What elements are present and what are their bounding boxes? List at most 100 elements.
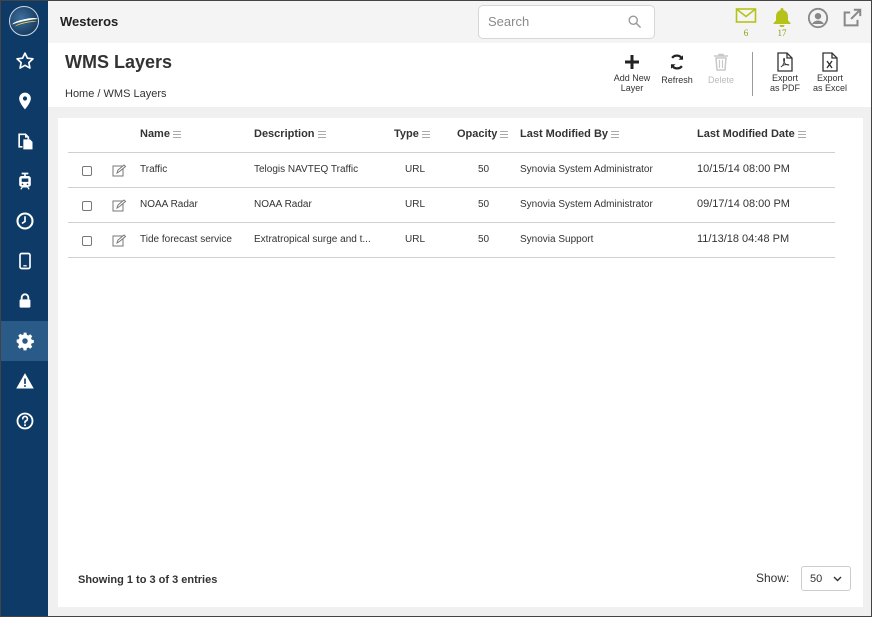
- column-header-modified-by[interactable]: Last Modified By: [520, 128, 620, 140]
- table-header: Name Description Type Opacity Last Modif…: [68, 118, 835, 153]
- export-excel-label-2: as Excel: [812, 83, 847, 93]
- cell-opacity: 50: [478, 234, 490, 245]
- delete-label: Delete: [707, 75, 734, 85]
- top-bar: Westeros 6 17: [48, 1, 871, 43]
- edit-icon[interactable]: [112, 164, 126, 177]
- messages-count: 6: [743, 28, 749, 38]
- excel-file-icon: [822, 52, 838, 72]
- cell-modified-by: Synovia System Administrator: [520, 164, 653, 175]
- sidebar-item-map[interactable]: [1, 81, 48, 121]
- breadcrumb-current: WMS Layers: [103, 88, 167, 100]
- cell-name: Traffic: [140, 164, 168, 175]
- cell-modified-by: Synovia System Administrator: [520, 199, 653, 210]
- sort-icon[interactable]: [317, 130, 326, 138]
- table-row[interactable]: Traffic Telogis NAVTEQ Traffic URL 50 Sy…: [68, 153, 835, 188]
- column-header-opacity[interactable]: Opacity: [457, 128, 509, 140]
- external-link-button[interactable]: [840, 7, 864, 37]
- sort-icon[interactable]: [421, 130, 430, 138]
- toolbar-divider: [752, 52, 753, 96]
- notifications-count: 17: [777, 28, 787, 38]
- column-header-description[interactable]: Description: [254, 128, 326, 140]
- cell-description: Extratropical surge and t...: [254, 234, 371, 245]
- row-checkbox[interactable]: [82, 236, 92, 246]
- sort-icon[interactable]: [611, 130, 620, 138]
- add-layer-button[interactable]: Add New Layer: [608, 51, 656, 93]
- column-header-type[interactable]: Type: [394, 128, 430, 140]
- breadcrumb-separator: /: [97, 88, 101, 100]
- column-header-modified-date[interactable]: Last Modified Date: [697, 128, 806, 140]
- messages-button[interactable]: 6: [734, 7, 758, 38]
- documents-icon: [17, 133, 32, 150]
- sort-icon[interactable]: [172, 130, 181, 138]
- export-excel-button[interactable]: Export as Excel: [808, 51, 852, 93]
- sidebar-item-vehicles[interactable]: [1, 161, 48, 201]
- search-icon[interactable]: [627, 14, 642, 29]
- export-pdf-button[interactable]: Export as PDF: [763, 51, 807, 93]
- refresh-button[interactable]: Refresh: [655, 51, 699, 85]
- app-logo[interactable]: [9, 6, 39, 36]
- sidebar-item-favorites[interactable]: [1, 41, 48, 81]
- table-row[interactable]: NOAA Radar NOAA Radar URL 50 Synovia Sys…: [68, 188, 835, 223]
- user-menu-button[interactable]: [806, 7, 830, 37]
- sidebar-item-documents[interactable]: [1, 121, 48, 161]
- cell-type: URL: [405, 234, 426, 245]
- page-header: WMS Layers Home / WMS Layers Add New Lay…: [48, 43, 871, 107]
- edit-icon[interactable]: [112, 234, 126, 247]
- pdf-file-icon: [777, 52, 793, 72]
- trash-icon: [714, 53, 728, 71]
- pagination-info: Showing 1 to 3 of 3 entries: [78, 574, 218, 586]
- edit-icon[interactable]: [112, 199, 126, 212]
- external-link-icon: [843, 8, 862, 27]
- cell-modified-date: 09/17/14 08:00 PM: [697, 198, 790, 210]
- cell-type: URL: [405, 164, 426, 175]
- page-size-value: 50: [810, 573, 823, 585]
- cell-name: NOAA Radar: [140, 199, 198, 210]
- sort-icon[interactable]: [500, 130, 509, 138]
- cell-description: NOAA Radar: [254, 199, 312, 210]
- help-icon: [16, 412, 33, 430]
- row-checkbox[interactable]: [82, 166, 92, 176]
- cell-description: Telogis NAVTEQ Traffic: [254, 164, 359, 175]
- breadcrumb: Home / WMS Layers: [65, 88, 167, 100]
- export-pdf-label-1: Export: [771, 73, 798, 83]
- lock-icon: [19, 293, 30, 308]
- search-box[interactable]: [478, 5, 655, 39]
- export-pdf-label-2: as PDF: [769, 83, 800, 93]
- plus-icon: [625, 55, 639, 69]
- train-icon: [18, 172, 31, 190]
- search-input[interactable]: [488, 14, 618, 29]
- sidebar-item-alerts[interactable]: [1, 361, 48, 401]
- star-icon: [15, 52, 34, 69]
- cell-modified-date: 11/13/18 04:48 PM: [697, 233, 790, 245]
- app-name: Westeros: [60, 14, 119, 29]
- layers-card: Name Description Type Opacity Last Modif…: [58, 118, 863, 607]
- row-checkbox[interactable]: [82, 201, 92, 211]
- gear-icon: [16, 332, 34, 351]
- cell-opacity: 50: [478, 164, 490, 175]
- sidebar-item-security[interactable]: [1, 281, 48, 321]
- sidebar-item-devices[interactable]: [1, 241, 48, 281]
- chevron-down-icon: [833, 576, 842, 582]
- export-excel-label-1: Export: [816, 73, 843, 83]
- cell-opacity: 50: [478, 199, 490, 210]
- delete-button[interactable]: Delete: [701, 51, 741, 85]
- notifications-button[interactable]: 17: [770, 7, 794, 38]
- sidebar-item-settings[interactable]: [1, 321, 48, 361]
- table-row[interactable]: Tide forecast service Extratropical surg…: [68, 223, 835, 258]
- user-avatar-icon: [807, 7, 829, 29]
- cell-modified-date: 10/15/14 08:00 PM: [697, 163, 790, 175]
- sidebar: [1, 1, 48, 616]
- page-size-label: Show:: [756, 571, 790, 585]
- breadcrumb-home[interactable]: Home: [65, 88, 94, 100]
- cell-name: Tide forecast service: [140, 234, 232, 245]
- bell-icon: [773, 8, 791, 28]
- page-size-select[interactable]: 50: [801, 566, 851, 591]
- sidebar-item-history[interactable]: [1, 201, 48, 241]
- column-header-name[interactable]: Name: [140, 128, 181, 140]
- map-pin-icon: [18, 92, 31, 110]
- sort-icon[interactable]: [797, 130, 806, 138]
- sidebar-item-help[interactable]: [1, 401, 48, 441]
- app-window: Westeros 6 17 WMS Layers Home / WMS Laye…: [0, 0, 872, 617]
- envelope-icon: [735, 8, 757, 23]
- refresh-icon: [670, 54, 684, 70]
